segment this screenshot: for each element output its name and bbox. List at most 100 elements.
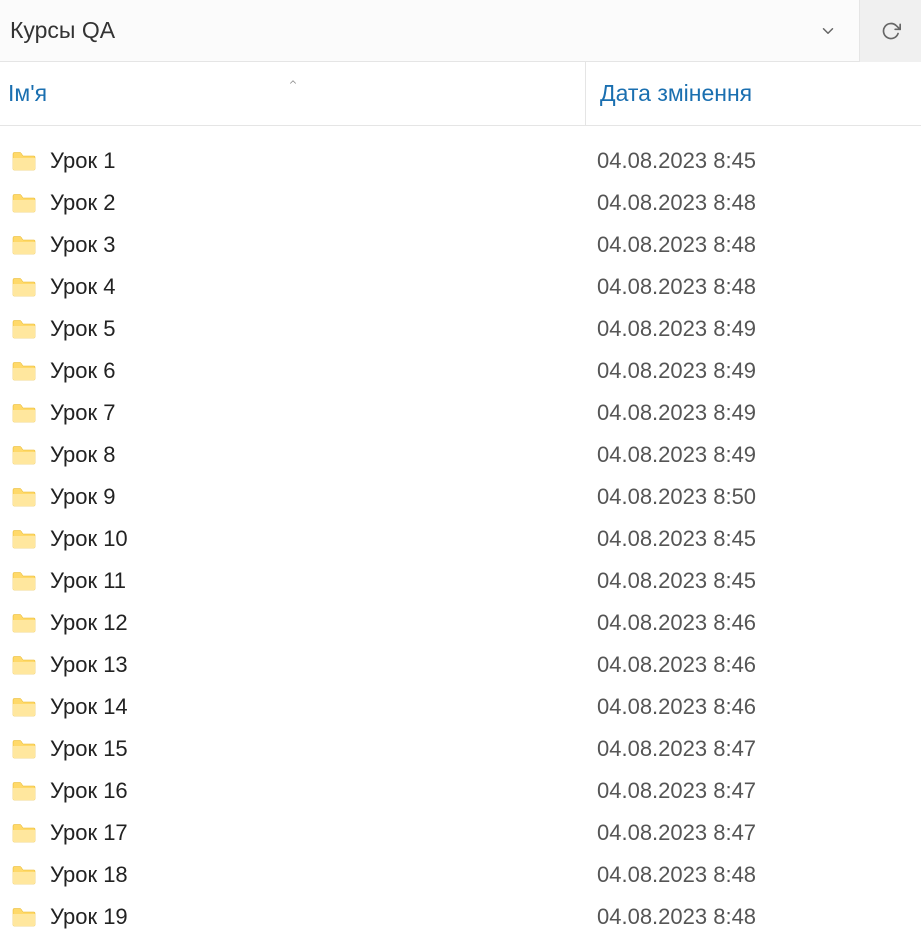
file-date: 04.08.2023 8:48 [597, 232, 921, 258]
file-name: Урок 4 [50, 274, 115, 300]
folder-icon [12, 739, 36, 759]
folder-icon [12, 403, 36, 423]
list-item[interactable]: Урок 3 04.08.2023 8:48 [0, 224, 921, 266]
file-date: 04.08.2023 8:45 [597, 526, 921, 552]
file-date: 04.08.2023 8:48 [597, 190, 921, 216]
file-name-cell: Урок 4 [0, 274, 597, 300]
file-name: Урок 2 [50, 190, 115, 216]
column-header-date[interactable]: Дата змінення [585, 62, 921, 125]
file-date: 04.08.2023 8:49 [597, 358, 921, 384]
file-name: Урок 1 [50, 148, 115, 174]
file-name-cell: Урок 6 [0, 358, 597, 384]
file-name-cell: Урок 8 [0, 442, 597, 468]
folder-icon [12, 823, 36, 843]
file-date: 04.08.2023 8:48 [597, 904, 921, 930]
file-name: Урок 8 [50, 442, 115, 468]
list-item[interactable]: Урок 8 04.08.2023 8:49 [0, 434, 921, 476]
list-item[interactable]: Урок 17 04.08.2023 8:47 [0, 812, 921, 854]
file-name: Урок 13 [50, 652, 128, 678]
list-item[interactable]: Урок 13 04.08.2023 8:46 [0, 644, 921, 686]
list-item[interactable]: Урок 15 04.08.2023 8:47 [0, 728, 921, 770]
file-name: Урок 17 [50, 820, 128, 846]
folder-icon [12, 151, 36, 171]
file-name: Урок 16 [50, 778, 128, 804]
folder-icon [12, 781, 36, 801]
file-list: Урок 104.08.2023 8:45 Урок 204.08.2023 8… [0, 126, 921, 938]
file-date: 04.08.2023 8:46 [597, 610, 921, 636]
file-name: Урок 18 [50, 862, 128, 888]
list-item[interactable]: Урок 7 04.08.2023 8:49 [0, 392, 921, 434]
refresh-icon [881, 21, 901, 41]
column-date-label: Дата змінення [600, 80, 752, 107]
file-date: 04.08.2023 8:49 [597, 400, 921, 426]
file-name-cell: Урок 7 [0, 400, 597, 426]
folder-icon [12, 529, 36, 549]
list-item[interactable]: Урок 104.08.2023 8:45 [0, 140, 921, 182]
file-name: Урок 10 [50, 526, 128, 552]
folder-icon [12, 277, 36, 297]
list-item[interactable]: Урок 12 04.08.2023 8:46 [0, 602, 921, 644]
folder-icon [12, 907, 36, 927]
file-name-cell: Урок 15 [0, 736, 597, 762]
file-name-cell: Урок 2 [0, 190, 597, 216]
list-item[interactable]: Урок 904.08.2023 8:50 [0, 476, 921, 518]
refresh-button[interactable] [859, 0, 921, 62]
path-title[interactable]: Курсы QA [0, 17, 797, 44]
file-name-cell: Урок 5 [0, 316, 597, 342]
folder-icon [12, 865, 36, 885]
folder-icon [12, 193, 36, 213]
file-name: Урок 15 [50, 736, 128, 762]
file-name: Урок 19 [50, 904, 128, 930]
file-name-cell: Урок 16 [0, 778, 597, 804]
file-name-cell: Урок 3 [0, 232, 597, 258]
file-name: Урок 3 [50, 232, 115, 258]
list-item[interactable]: Урок 6 04.08.2023 8:49 [0, 350, 921, 392]
list-item[interactable]: Урок 16 04.08.2023 8:47 [0, 770, 921, 812]
file-name-cell: Урок 9 [0, 484, 597, 510]
file-date: 04.08.2023 8:46 [597, 652, 921, 678]
file-name: Урок 6 [50, 358, 115, 384]
file-name-cell: Урок 19 [0, 904, 597, 930]
file-date: 04.08.2023 8:50 [597, 484, 921, 510]
file-date: 04.08.2023 8:49 [597, 316, 921, 342]
file-name-cell: Урок 1 [0, 148, 597, 174]
file-date: 04.08.2023 8:47 [597, 820, 921, 846]
file-name-cell: Урок 17 [0, 820, 597, 846]
list-item[interactable]: Урок 2 04.08.2023 8:48 [0, 182, 921, 224]
file-date: 04.08.2023 8:47 [597, 778, 921, 804]
dropdown-button[interactable] [797, 0, 859, 62]
file-date: 04.08.2023 8:49 [597, 442, 921, 468]
file-name-cell: Урок 14 [0, 694, 597, 720]
file-name: Урок 11 [50, 568, 126, 594]
list-item[interactable]: Урок 504.08.2023 8:49 [0, 308, 921, 350]
chevron-down-icon [819, 22, 837, 40]
file-name: Урок 7 [50, 400, 115, 426]
file-date: 04.08.2023 8:47 [597, 736, 921, 762]
list-item[interactable]: Урок 14 04.08.2023 8:46 [0, 686, 921, 728]
column-name-label: Ім'я [8, 80, 47, 107]
file-date: 04.08.2023 8:46 [597, 694, 921, 720]
list-item[interactable]: Урок 4 04.08.2023 8:48 [0, 266, 921, 308]
list-item[interactable]: Урок 11 04.08.2023 8:45 [0, 560, 921, 602]
folder-icon [12, 319, 36, 339]
file-name-cell: Урок 13 [0, 652, 597, 678]
file-name-cell: Урок 11 [0, 568, 597, 594]
file-date: 04.08.2023 8:45 [597, 568, 921, 594]
folder-icon [12, 361, 36, 381]
list-item[interactable]: Урок 10 04.08.2023 8:45 [0, 518, 921, 560]
file-name-cell: Урок 18 [0, 862, 597, 888]
list-item[interactable]: Урок 1804.08.2023 8:48 [0, 854, 921, 896]
file-name: Урок 12 [50, 610, 128, 636]
folder-icon [12, 655, 36, 675]
column-header-name[interactable]: Ім'я [0, 62, 585, 125]
sort-ascending-icon [286, 66, 300, 93]
folder-icon [12, 697, 36, 717]
file-name: Урок 14 [50, 694, 128, 720]
folder-icon [12, 487, 36, 507]
folder-icon [12, 571, 36, 591]
columns-header: Ім'я Дата змінення [0, 62, 921, 126]
folder-icon [12, 235, 36, 255]
list-item[interactable]: Урок 19 04.08.2023 8:48 [0, 896, 921, 938]
file-date: 04.08.2023 8:48 [597, 274, 921, 300]
toolbar: Курсы QA [0, 0, 921, 62]
